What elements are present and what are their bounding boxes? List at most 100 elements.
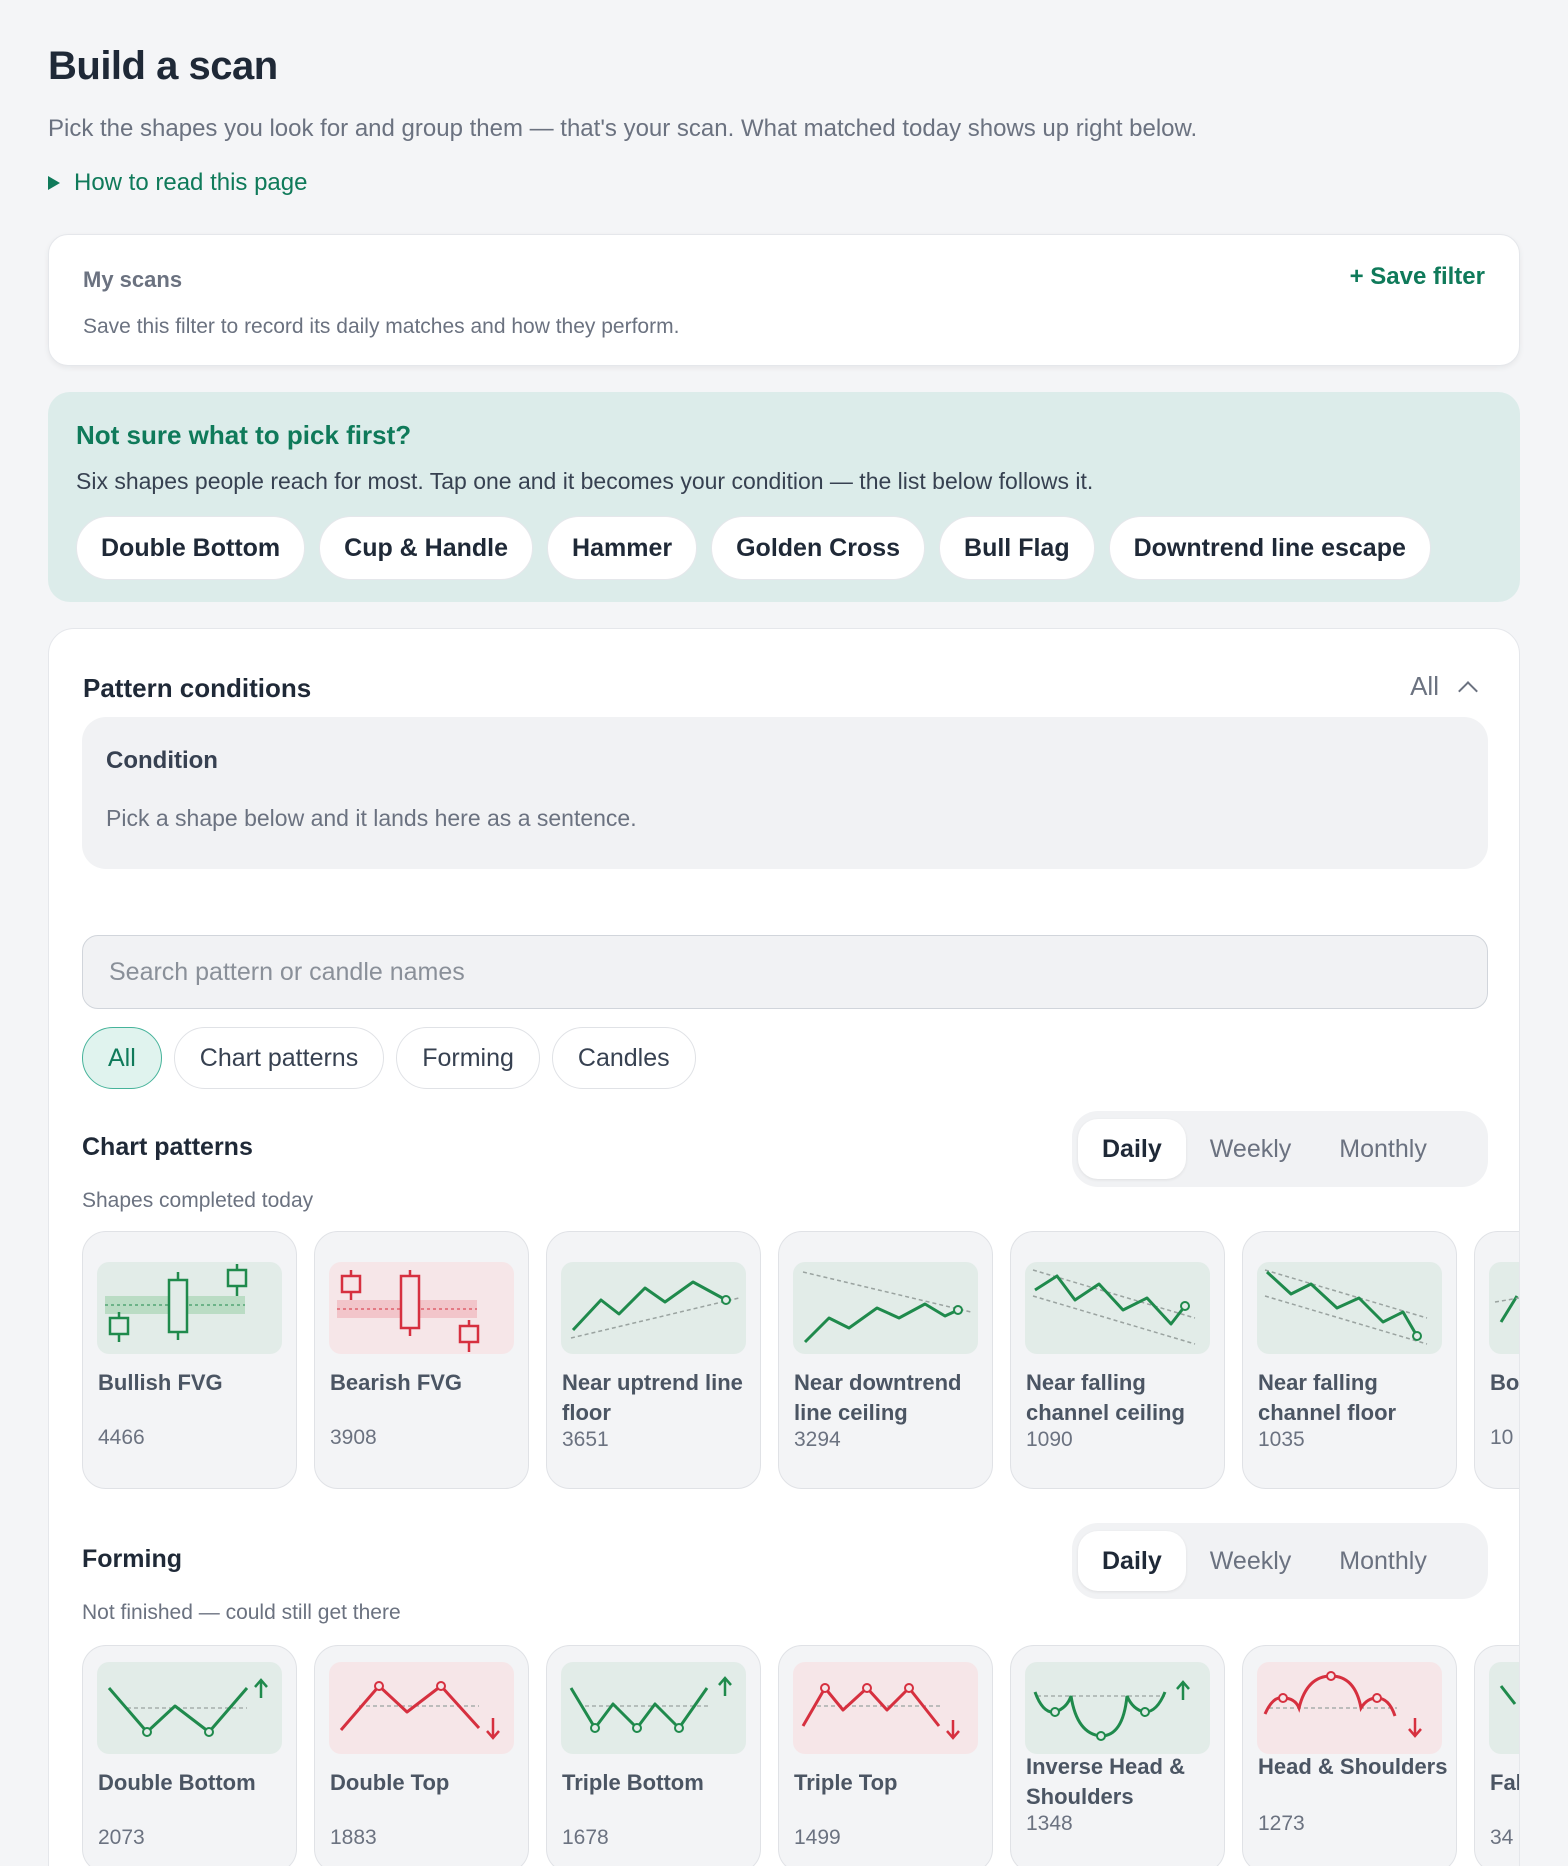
partial-pattern-icon	[1489, 1262, 1519, 1354]
timeframe-monthly[interactable]: Monthly	[1315, 1531, 1451, 1591]
forming-tiles: Double Bottom 2073 Double Top 1883 Tripl…	[82, 1645, 1520, 1866]
downtrend-ceiling-icon	[793, 1262, 978, 1354]
suggestion-chip[interactable]: Cup & Handle	[319, 516, 534, 580]
tile-name: Near falling channel ceiling	[1026, 1370, 1185, 1425]
chevron-up-icon	[1458, 680, 1478, 701]
head-shoulders-icon	[1257, 1662, 1442, 1754]
tile-name: Near uptrend line floor	[562, 1370, 743, 1425]
tile-count: 3651	[562, 1428, 609, 1451]
timeframe-monthly[interactable]: Monthly	[1315, 1119, 1451, 1179]
pattern-conditions-card: Pattern conditions All Condition Pick a …	[48, 628, 1520, 1866]
double-top-icon	[329, 1662, 514, 1754]
tile-name: Head & Shoulders	[1258, 1754, 1448, 1779]
timeframe-toggle: Daily Weekly Monthly	[1072, 1523, 1488, 1599]
tile-name: Double Bottom	[98, 1770, 256, 1795]
suggestion-chip[interactable]: Bull Flag	[939, 516, 1095, 580]
section-subtitle: Shapes completed today	[82, 1189, 314, 1212]
pattern-tile-partial[interactable]: Bo 10	[1474, 1231, 1520, 1489]
suggestion-chip[interactable]: Hammer	[547, 516, 698, 580]
collapse-toggle[interactable]: All	[1410, 671, 1478, 702]
tile-count: 34	[1490, 1826, 1514, 1849]
pattern-tile-bullish-fvg[interactable]: Bullish FVG 4466	[82, 1231, 297, 1489]
double-bottom-icon	[97, 1662, 282, 1754]
tile-count: 2073	[98, 1826, 145, 1849]
triple-bottom-icon	[561, 1662, 746, 1754]
tile-name: Triple Bottom	[562, 1770, 704, 1795]
category-filter: All Chart patterns Forming Candles	[82, 1027, 696, 1089]
tile-name: Near downtrend line ceiling	[794, 1370, 962, 1425]
page: Build a scan Pick the shapes you look fo…	[48, 44, 1520, 1866]
tile-name: Inverse Head & Shoulders	[1026, 1754, 1185, 1809]
tile-name: Double Top	[330, 1770, 450, 1795]
page-subtitle: Pick the shapes you look for and group t…	[48, 115, 1198, 142]
falling-channel-ceiling-icon	[1025, 1262, 1210, 1354]
forming-tile-triple-bottom[interactable]: Triple Bottom 1678	[546, 1645, 761, 1866]
forming-tile-head-shoulders[interactable]: Head & Shoulders 1273	[1242, 1645, 1457, 1866]
tile-name: Near falling channel floor	[1258, 1370, 1397, 1425]
timeframe-weekly[interactable]: Weekly	[1186, 1531, 1316, 1591]
filter-chip-forming[interactable]: Forming	[396, 1027, 540, 1089]
forming-tile-partial[interactable]: Fal 34	[1474, 1645, 1520, 1866]
tile-count: 10	[1490, 1426, 1514, 1449]
tile-count: 1090	[1026, 1428, 1073, 1451]
page-title: Build a scan	[48, 44, 278, 88]
tile-name: Triple Top	[794, 1770, 898, 1795]
tile-count: 1035	[1258, 1428, 1305, 1451]
condition-title: Condition	[106, 747, 218, 774]
forming-tile-inverse-head-shoulders[interactable]: Inverse Head & Shoulders 1348	[1010, 1645, 1225, 1866]
suggestions-title: Not sure what to pick first?	[76, 420, 412, 450]
section-title: Chart patterns	[82, 1133, 253, 1161]
tile-name: Bullish FVG	[98, 1370, 223, 1395]
pattern-tile-falling-channel-ceiling[interactable]: Near falling channel ceiling 1090	[1010, 1231, 1225, 1489]
my-scans-card: My scans Save this filter to record its …	[48, 234, 1520, 366]
filter-chip-candles[interactable]: Candles	[551, 1027, 696, 1089]
suggestion-chips: Double Bottom Cup & Handle Hammer Golden…	[76, 516, 1431, 580]
suggestion-chip[interactable]: Downtrend line escape	[1108, 516, 1431, 580]
partial-pattern-icon	[1489, 1662, 1519, 1754]
my-scans-title: My scans	[83, 267, 183, 292]
filter-chip-all[interactable]: All	[82, 1027, 162, 1089]
pattern-tile-downtrend-ceiling[interactable]: Near downtrend line ceiling 3294	[778, 1231, 993, 1489]
tile-count: 3908	[330, 1426, 377, 1449]
section-title: Forming	[82, 1545, 182, 1573]
match-mode-label: All	[1410, 671, 1439, 701]
tile-name: Bearish FVG	[330, 1370, 463, 1395]
suggestion-chip[interactable]: Double Bottom	[76, 516, 306, 580]
suggestion-chip[interactable]: Golden Cross	[711, 516, 926, 580]
pattern-tile-uptrend-floor[interactable]: Near uptrend line floor 3651	[546, 1231, 761, 1489]
filter-chip-chart-patterns[interactable]: Chart patterns	[173, 1027, 385, 1089]
timeframe-daily[interactable]: Daily	[1078, 1531, 1186, 1591]
tile-count: 3294	[794, 1428, 841, 1451]
section-subtitle: Not finished — could still get there	[82, 1601, 401, 1624]
tile-count: 1348	[1026, 1812, 1073, 1835]
forming-tile-triple-top[interactable]: Triple Top 1499	[778, 1645, 993, 1866]
forming-tile-double-top[interactable]: Double Top 1883	[314, 1645, 529, 1866]
suggestions-description: Six shapes people reach for most. Tap on…	[76, 468, 1094, 494]
falling-channel-floor-icon	[1257, 1262, 1442, 1354]
pattern-conditions-title: Pattern conditions	[83, 673, 312, 703]
uptrend-floor-icon	[561, 1262, 746, 1354]
timeframe-toggle: Daily Weekly Monthly	[1072, 1111, 1488, 1187]
search-input[interactable]	[82, 935, 1488, 1009]
bearish-fvg-icon	[329, 1262, 514, 1354]
triangle-right-icon	[48, 176, 60, 190]
condition-box: Condition Pick a shape below and it land…	[82, 717, 1488, 869]
tile-count: 1883	[330, 1826, 377, 1849]
save-filter-button[interactable]: + Save filter	[1350, 263, 1485, 291]
timeframe-daily[interactable]: Daily	[1078, 1119, 1186, 1179]
timeframe-weekly[interactable]: Weekly	[1186, 1119, 1316, 1179]
pattern-tile-falling-channel-floor[interactable]: Near falling channel floor 1035	[1242, 1231, 1457, 1489]
triple-top-icon	[793, 1662, 978, 1754]
tile-count: 4466	[98, 1426, 145, 1449]
tile-name: Fal	[1490, 1770, 1520, 1795]
tile-count: 1273	[1258, 1812, 1305, 1835]
forming-tile-double-bottom[interactable]: Double Bottom 2073	[82, 1645, 297, 1866]
tile-name: Bo	[1490, 1370, 1520, 1395]
how-to-read-label: How to read this page	[74, 169, 308, 196]
how-to-read-toggle[interactable]: How to read this page	[48, 169, 1520, 197]
my-scans-description: Save this filter to record its daily mat…	[83, 315, 680, 338]
bullish-fvg-icon	[97, 1262, 282, 1354]
suggestions-card: Not sure what to pick first? Six shapes …	[48, 392, 1520, 602]
tile-count: 1678	[562, 1826, 609, 1849]
pattern-tile-bearish-fvg[interactable]: Bearish FVG 3908	[314, 1231, 529, 1489]
